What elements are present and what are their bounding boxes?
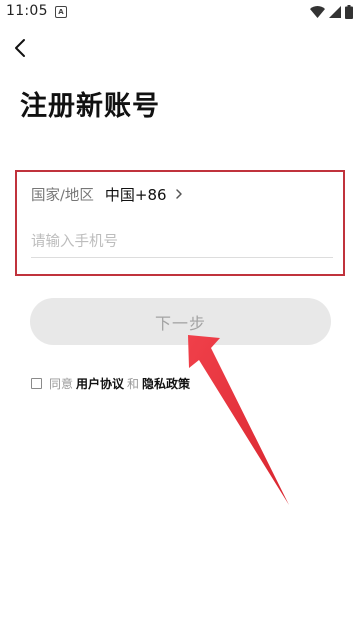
signal-icon [329,6,341,18]
agreement-checkbox[interactable] [31,377,42,389]
notification-app-icon: A [55,6,67,18]
next-step-button[interactable]: 下一步 [30,298,331,345]
chevron-left-icon [15,39,25,57]
region-value: 中国+86 [104,185,167,204]
phone-form-highlight: 国家/地区 中国+86 [15,170,345,276]
user-agreement-link[interactable]: 用户协议 [76,375,124,392]
status-bar: 11:05 A [0,0,361,26]
region-selector[interactable]: 国家/地区 中国+86 [31,183,183,205]
wifi-icon [310,6,325,18]
agreement-prefix: 同意 [49,376,74,391]
status-indicators [310,4,353,20]
phone-number-input[interactable] [31,227,333,258]
back-button[interactable] [8,36,32,60]
agreement-conjunction: 和 [127,376,140,391]
region-label: 国家/地区 [31,187,94,204]
battery-icon [345,5,353,19]
status-time: 11:05 [6,3,48,19]
privacy-policy-link[interactable]: 隐私政策 [142,375,190,392]
page-title: 注册新账号 [20,91,160,122]
arrow-icon [188,335,289,505]
chevron-right-icon [175,188,183,200]
agreement-row: 同意 用户协议 和 隐私政策 [31,375,193,391]
